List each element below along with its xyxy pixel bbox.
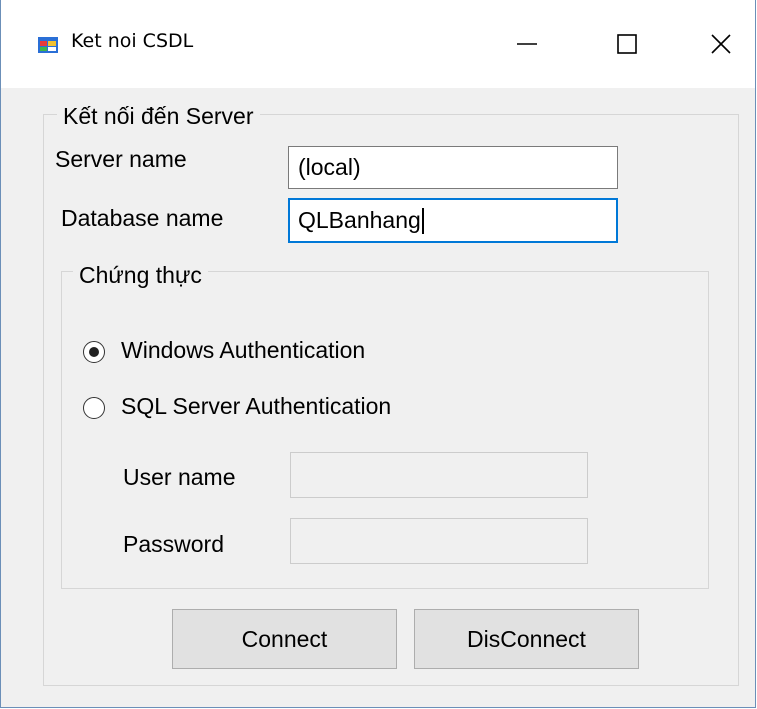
dialog-window: Ket noi CSDL Kết nối đến Server Server n… [0, 0, 756, 708]
username-input[interactable] [290, 452, 588, 498]
text-caret [421, 207, 424, 234]
sql-auth-label[interactable]: SQL Server Authentication [121, 393, 391, 420]
disconnect-button[interactable]: DisConnect [414, 609, 639, 669]
windows-auth-label[interactable]: Windows Authentication [121, 337, 365, 364]
maximize-button[interactable] [597, 14, 657, 74]
maximize-icon [617, 34, 637, 54]
authentication-legend: Chứng thực [73, 262, 208, 289]
sql-auth-radio[interactable] [83, 397, 105, 419]
connect-button[interactable]: Connect [172, 609, 397, 669]
username-label: User name [123, 464, 236, 490]
database-name-input[interactable]: QLBanhang [288, 198, 618, 243]
server-name-label: Server name [55, 146, 187, 172]
close-button[interactable] [691, 14, 751, 74]
disconnect-button-label: DisConnect [467, 625, 586, 652]
database-name-value: QLBanhang [298, 207, 421, 233]
server-name-input[interactable]: (local) [288, 146, 618, 189]
connect-button-label: Connect [241, 625, 328, 652]
server-connection-legend: Kết nối đến Server [57, 103, 260, 130]
title-bar[interactable]: Ket noi CSDL [1, 0, 755, 88]
window-title: Ket noi CSDL [71, 30, 194, 52]
server-name-value: (local) [298, 154, 361, 180]
password-input[interactable] [290, 518, 588, 564]
close-icon [711, 34, 731, 54]
password-label: Password [123, 531, 224, 557]
windows-auth-radio[interactable] [83, 341, 105, 363]
minimize-icon [517, 43, 537, 45]
app-icon [38, 37, 58, 53]
database-name-label: Database name [61, 205, 224, 231]
minimize-button[interactable] [497, 14, 557, 74]
